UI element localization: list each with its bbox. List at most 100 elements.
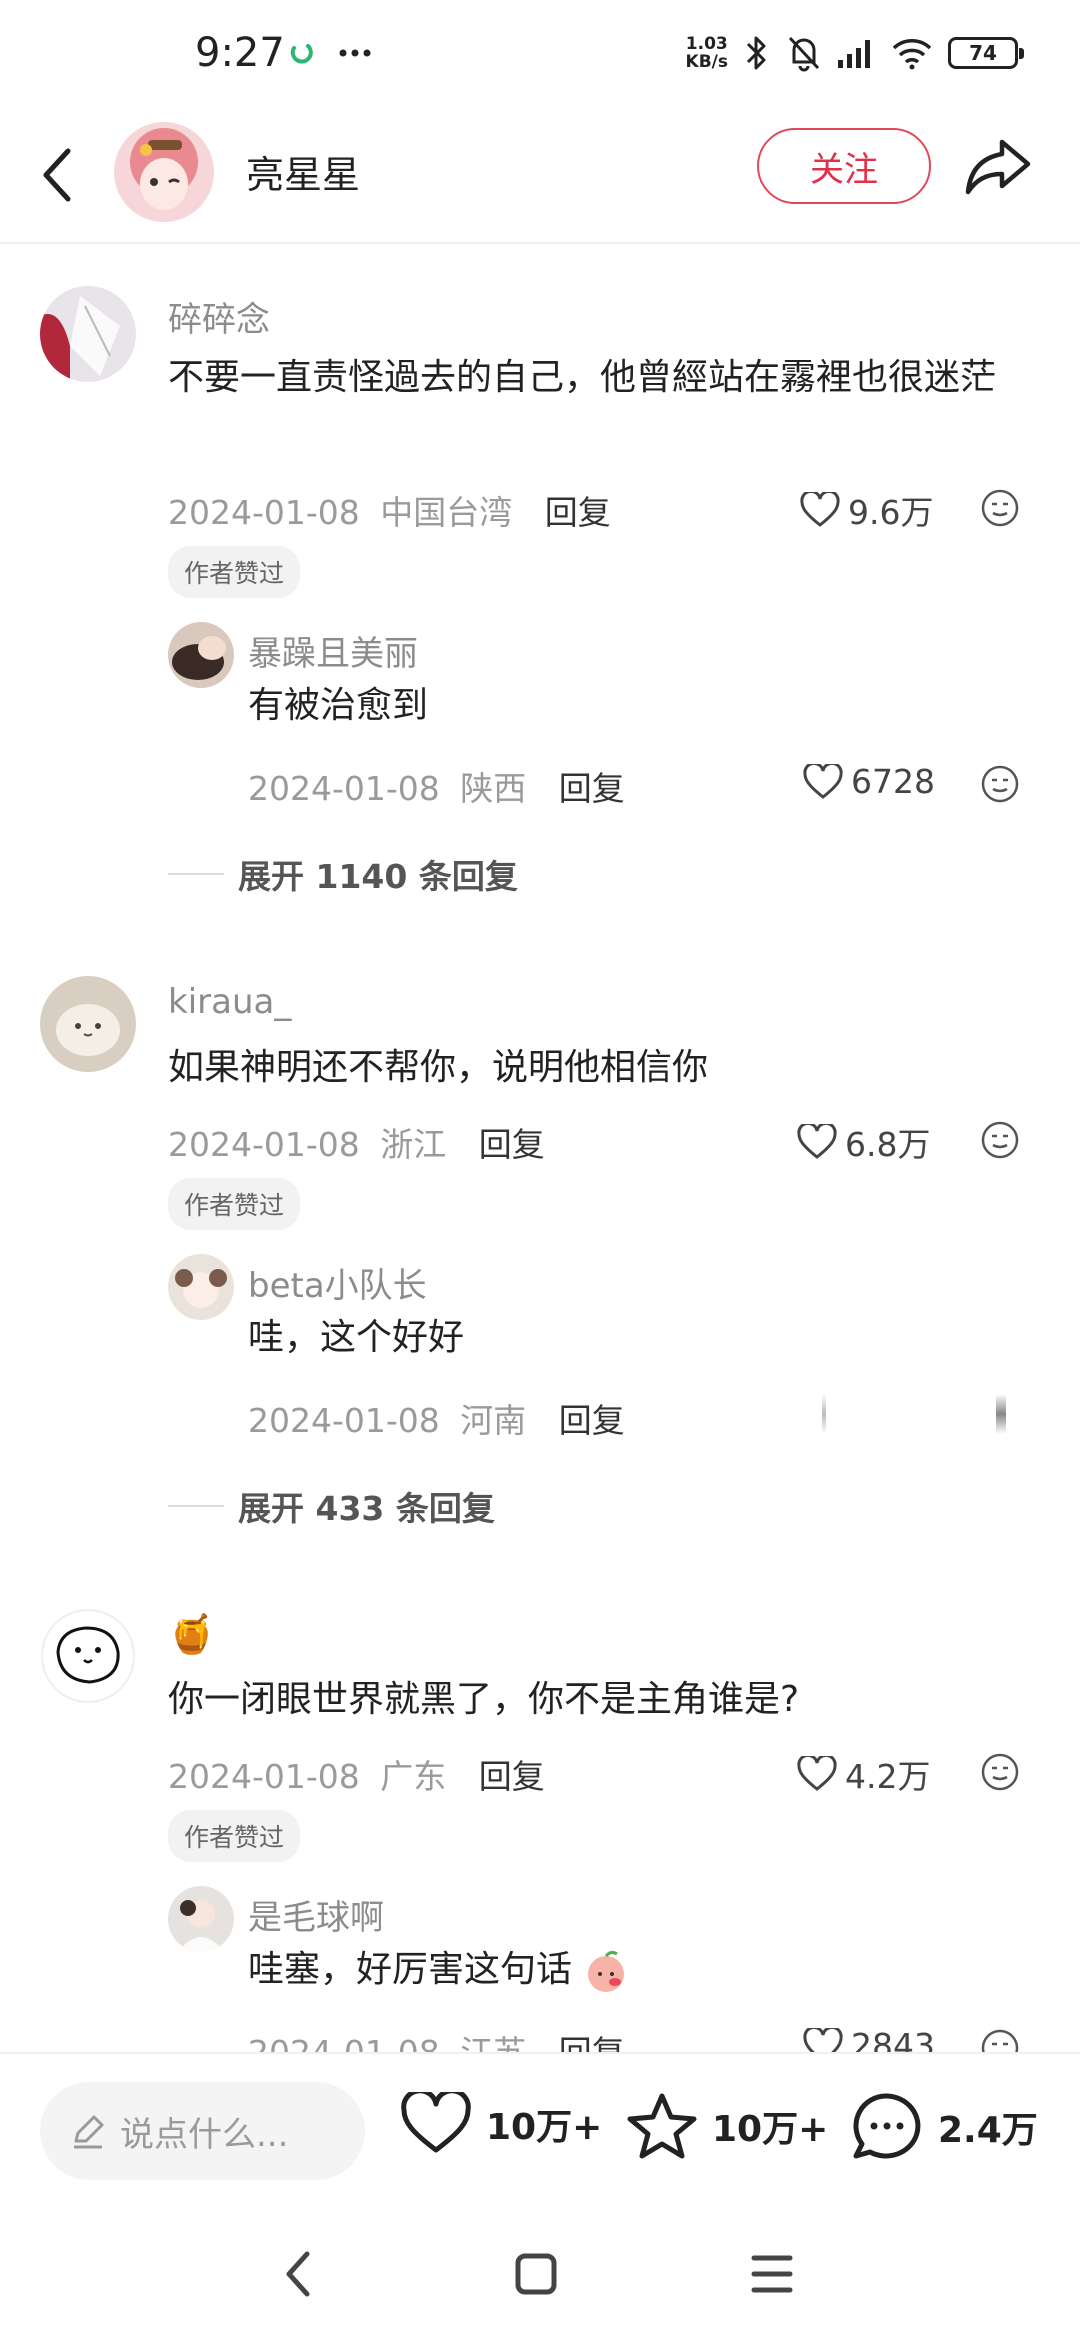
loading-placeholder	[996, 1394, 1006, 1434]
avatar-image	[114, 122, 214, 222]
comment-text[interactable]: 如果神明还不帮你，说明他相信你	[168, 1040, 1018, 1096]
reply-button[interactable]: 回复	[479, 1125, 545, 1164]
reply-location: 河南	[460, 1401, 527, 1440]
wifi-icon	[892, 39, 932, 70]
comment-date: 2024-01-08	[168, 1125, 360, 1164]
post-collect-button[interactable]: 10万+	[626, 2092, 828, 2160]
reply-username[interactable]: 暴躁且美丽	[248, 626, 418, 675]
reply-avatar[interactable]	[168, 1254, 234, 1320]
reply-username[interactable]: 是毛球啊	[248, 1890, 384, 1939]
emoji-reaction-icon[interactable]	[980, 1752, 1020, 1792]
emoji-reaction-icon[interactable]	[980, 1120, 1020, 1160]
nav-menu-icon	[751, 2255, 793, 2293]
comment-avatar[interactable]	[40, 286, 136, 382]
reply-date: 2024-01-08	[248, 2033, 440, 2052]
app-notification-icon	[290, 44, 313, 64]
comment-date: 2024-01-08	[168, 1757, 360, 1796]
comment-meta: 2024-01-08 广东 回复	[168, 1750, 545, 1798]
signal-icon	[838, 40, 870, 68]
follow-button[interactable]: 关注	[757, 128, 931, 204]
emoji-reaction-icon[interactable]	[980, 764, 1020, 804]
system-nav-bar	[0, 2206, 1080, 2340]
author-name[interactable]: 亮星星	[246, 144, 360, 199]
reply-username[interactable]: beta小队长	[248, 1258, 427, 1307]
like-button[interactable]: 6728	[803, 762, 935, 801]
nav-menu-button[interactable]	[742, 2244, 802, 2304]
reply-text[interactable]: 有被治愈到	[248, 678, 428, 734]
comment-location: 广东	[380, 1757, 447, 1796]
reply-button[interactable]: 回复	[545, 493, 611, 532]
comment-username[interactable]: 🍯	[168, 1612, 215, 1657]
post-collect-count: 10万+	[712, 2109, 829, 2150]
comment-avatar[interactable]	[40, 1608, 136, 1704]
share-button[interactable]	[962, 134, 1034, 198]
author-avatar[interactable]	[114, 122, 214, 222]
nav-home-button[interactable]	[506, 2244, 566, 2304]
status-bar: 9:27 1.03 KB/s 74	[0, 0, 1080, 110]
author-liked-badge: 作者赞过	[168, 546, 301, 598]
like-button[interactable]: 2843	[803, 2026, 935, 2052]
like-button[interactable]: 6.8万	[797, 1118, 930, 1166]
comment-location: 中国台湾	[380, 493, 513, 532]
reply-location: 陕西	[460, 769, 527, 808]
comment-meta: 2024-01-08 浙江 回复	[168, 1118, 545, 1166]
comment-meta: 2024-01-08 中国台湾 回复	[168, 486, 611, 534]
reply-avatar[interactable]	[168, 1886, 234, 1952]
reply-button[interactable]: 回复	[479, 1757, 545, 1796]
chevron-left-icon	[43, 148, 71, 202]
like-count: 2843	[851, 2026, 935, 2052]
post-like-count: 10万+	[486, 2107, 603, 2148]
heart-icon	[803, 2027, 843, 2052]
comment-avatar[interactable]	[40, 976, 136, 1072]
comment-text[interactable]: 你一闭眼世界就黑了，你不是主角谁是?	[168, 1672, 1018, 1728]
reply-button[interactable]: 回复	[559, 769, 625, 808]
nav-back-icon	[286, 2251, 310, 2297]
network-speed: 1.03 KB/s	[685, 34, 728, 72]
emoji-reaction-icon[interactable]	[980, 2028, 1020, 2052]
comment-username[interactable]: 碎碎念	[168, 292, 270, 341]
emoji-reaction-icon[interactable]	[980, 488, 1020, 528]
reply-text[interactable]: 哇塞，好厉害这句话	[248, 1942, 629, 1998]
status-time: 9:27	[195, 30, 285, 76]
chat-bubble-icon	[853, 2093, 921, 2159]
back-button[interactable]	[32, 140, 82, 210]
bottom-action-bar: 说点什么... 10万+ 10万+ 2.4万	[0, 2052, 1080, 2206]
reply-button[interactable]: 回复	[559, 1401, 625, 1440]
reply-text[interactable]: 哇，这个好好	[248, 1310, 464, 1366]
reply-button[interactable]: 回复	[559, 2033, 625, 2052]
author-liked-badge: 作者赞过	[168, 1810, 301, 1862]
post-like-button[interactable]: 10万+	[400, 2092, 602, 2156]
comment-input[interactable]: 说点什么...	[40, 2082, 365, 2180]
heart-icon	[401, 2092, 471, 2153]
post-comment-button[interactable]: 2.4万	[850, 2092, 1038, 2162]
reply-date: 2024-01-08	[248, 1401, 440, 1440]
pencil-icon	[74, 2115, 104, 2149]
reply-meta: 2024-01-08 河南 回复	[248, 1394, 625, 1442]
mute-bell-icon	[788, 36, 820, 72]
comment-input-placeholder: 说点什么...	[120, 2114, 289, 2155]
peach-emoji-icon	[588, 1950, 625, 1992]
comment-text[interactable]: 不要一直责怪過去的自己，他曾經站在霧裡也很迷茫	[168, 350, 1018, 406]
like-button[interactable]: 9.6万	[800, 486, 933, 534]
heart-icon	[797, 1756, 837, 1791]
heart-icon	[797, 1124, 837, 1159]
nav-home-icon	[515, 2253, 557, 2295]
reply-meta: 2024-01-08 陕西 回复	[248, 762, 625, 810]
comment-list[interactable]: 碎碎念 不要一直责怪過去的自己，他曾經站在霧裡也很迷茫 2024-01-08 中…	[0, 246, 1080, 2052]
more-dots-icon	[339, 49, 371, 57]
like-count: 9.6万	[848, 493, 934, 532]
star-icon	[627, 2093, 697, 2159]
like-count: 6728	[851, 762, 935, 801]
comment-username[interactable]: kiraua_	[168, 982, 291, 1022]
like-button[interactable]: 4.2万	[797, 1750, 930, 1798]
expand-replies-button[interactable]: 展开 433 条回复	[168, 1482, 495, 1530]
share-arrow-icon	[965, 139, 1031, 195]
nav-back-button[interactable]	[268, 2244, 328, 2304]
battery-indicator: 74	[948, 37, 1024, 69]
comment-date: 2024-01-08	[168, 493, 360, 532]
expand-replies-button[interactable]: 展开 1140 条回复	[168, 850, 518, 898]
post-header: 亮星星 关注	[0, 110, 1080, 244]
reply-avatar[interactable]	[168, 622, 234, 688]
reply-date: 2024-01-08	[248, 769, 440, 808]
author-liked-badge: 作者赞过	[168, 1178, 301, 1230]
